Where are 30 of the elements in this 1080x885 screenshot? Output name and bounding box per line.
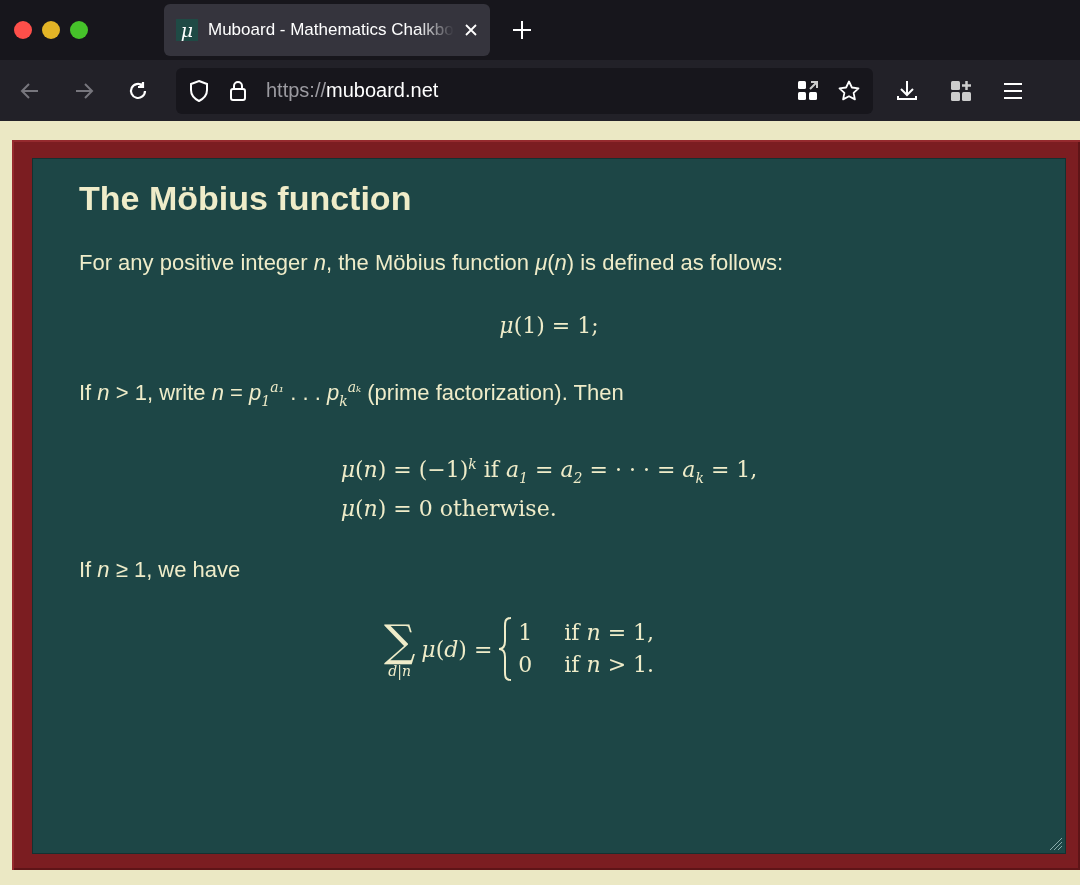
math-formula: μ(1) = 1; bbox=[499, 312, 599, 340]
paragraph: If n ≥ 1, we have bbox=[79, 556, 242, 585]
summation-sign: ∑ bbox=[383, 619, 416, 664]
bookmark-star-icon[interactable] bbox=[837, 78, 861, 103]
paragraph: If n > 1, write n = p$_{1}$$^{a₁}$ . . . p$_{k}$$^{aₖ}$ (prime factorization). Then bbox=[79, 378, 625, 411]
grid-arrow-icon[interactable] bbox=[797, 79, 819, 102]
menu-icon[interactable] bbox=[1003, 81, 1023, 100]
lock-icon[interactable] bbox=[228, 78, 248, 103]
left-brace-icon bbox=[498, 617, 513, 682]
case-condition: if n = 1, bbox=[564, 619, 655, 648]
minimize-window-button[interactable] bbox=[42, 21, 60, 39]
new-tab-icon[interactable] bbox=[512, 20, 532, 40]
resize-grip-icon[interactable] bbox=[1049, 837, 1063, 851]
download-icon[interactable] bbox=[895, 78, 919, 103]
board-title: The Möbius function bbox=[79, 179, 413, 218]
case-condition: if n > 1. bbox=[564, 651, 655, 680]
url-text: https://muboard.net bbox=[266, 79, 440, 102]
address-bar[interactable]: https://muboard.net bbox=[176, 67, 873, 114]
case-value: 1 bbox=[518, 619, 533, 648]
math-formula: μ(n) = 0 otherwise. bbox=[340, 495, 558, 524]
close-tab-icon[interactable] bbox=[464, 23, 478, 37]
case-value: 0 bbox=[518, 651, 533, 680]
shield-icon[interactable] bbox=[188, 78, 210, 103]
math-formula: μ(d) = bbox=[421, 636, 493, 662]
math-formula: μ(n) = (−1)$^{k}$ if a$_{1}$ = a$_{2}$ = · · · = a$_{k}$ = 1, bbox=[340, 454, 758, 488]
site-favicon: μ bbox=[176, 19, 198, 41]
paragraph: For any positive integer n, the Möbius function μ(n) is defined as follows: bbox=[79, 249, 785, 277]
maximize-window-button[interactable] bbox=[70, 21, 88, 39]
extensions-icon[interactable] bbox=[949, 78, 973, 103]
close-window-button[interactable] bbox=[14, 21, 32, 39]
